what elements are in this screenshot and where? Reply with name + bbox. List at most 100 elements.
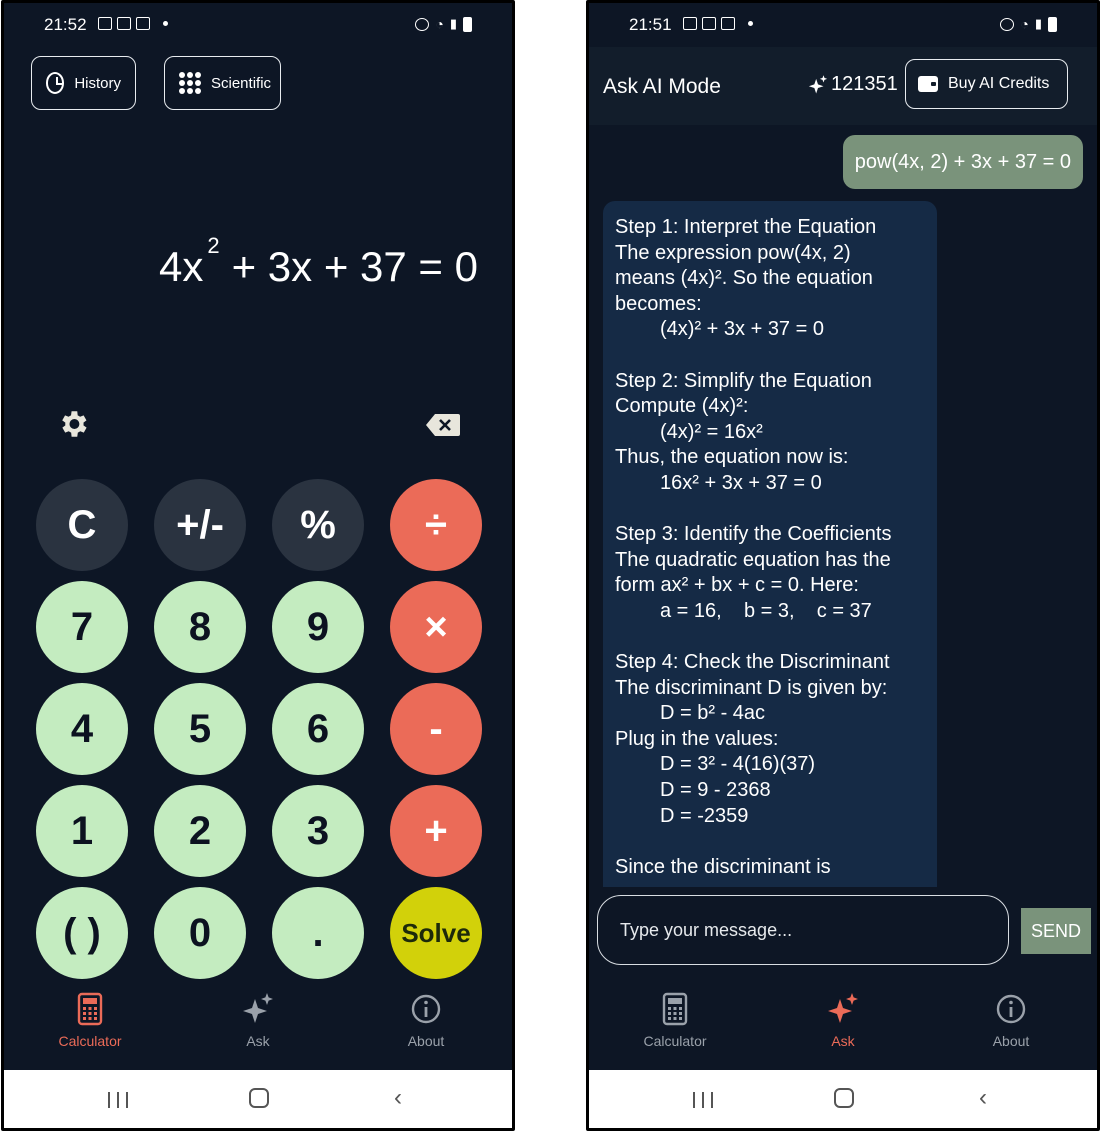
calculator-icon <box>77 992 103 1026</box>
home-icon[interactable] <box>834 1088 854 1108</box>
parentheses-key[interactable]: ( ) <box>36 887 128 979</box>
app-notification-icon <box>136 17 150 30</box>
digit-9-key[interactable]: 9 <box>272 581 364 673</box>
nav-ask[interactable]: Ask <box>198 991 318 1049</box>
ai-line: (4x)² + 3x + 37 = 0 <box>660 318 824 341</box>
buy-ai-credits-button[interactable]: Buy AI Credits <box>905 59 1068 109</box>
ai-line: becomes: <box>615 292 702 315</box>
nav-about-label: About <box>992 1033 1030 1049</box>
alarm-icon <box>415 17 430 31</box>
ai-response-bubble: Step 1: Interpret the Equation The expre… <box>603 201 937 887</box>
ai-line-gap <box>615 625 925 651</box>
digit-8-key[interactable]: 8 <box>154 581 246 673</box>
digit-2-key[interactable]: 2 <box>154 785 246 877</box>
sparkle-icon <box>808 74 828 94</box>
battery-icon <box>463 16 472 32</box>
ai-line-gap <box>615 829 925 855</box>
nav-calculator[interactable]: Calculator <box>615 991 735 1049</box>
ai-line-gap <box>615 497 925 523</box>
subtract-key[interactable]: - <box>390 683 482 775</box>
solve-key[interactable]: Solve <box>390 887 482 979</box>
buy-ai-credits-label: Buy AI Credits <box>948 75 1050 92</box>
ai-line: 16x² + 3x + 37 = 0 <box>660 471 822 494</box>
message-input[interactable]: Type your message... <box>597 895 1009 965</box>
back-icon[interactable]: ‹ <box>979 1086 987 1110</box>
history-label: History <box>74 74 121 92</box>
ai-line: form ax² + bx + c = 0. Here: <box>615 574 859 597</box>
sparkle-icon <box>828 993 858 1023</box>
wifi-icon: ◔ <box>435 16 444 32</box>
nav-about[interactable]: About <box>951 991 1071 1049</box>
nav-about[interactable]: About <box>366 991 486 1049</box>
ai-line: (4x)² = 16x² <box>660 420 763 443</box>
signal-icon: ▮ <box>449 16 457 31</box>
grid-icon <box>179 72 201 94</box>
send-button[interactable]: SEND <box>1021 908 1091 954</box>
ai-line: Plug in the values: <box>615 727 779 750</box>
expression-display: 4x 2 + 3x + 37 = 0 <box>159 233 478 291</box>
ai-line: Step 3: Identify the Coefficients <box>615 523 892 546</box>
nav-calculator[interactable]: Calculator <box>30 991 150 1049</box>
add-key[interactable]: + <box>390 785 482 877</box>
ai-line-gap <box>615 343 925 369</box>
info-icon <box>411 994 441 1024</box>
notification-icons <box>683 17 753 30</box>
user-message-bubble: pow(4x, 2) + 3x + 37 = 0 <box>842 135 1083 189</box>
backspace-icon[interactable] <box>426 413 460 437</box>
wallet-icon <box>918 76 938 92</box>
digit-1-key[interactable]: 1 <box>36 785 128 877</box>
status-bar: 21:51 ◔ ▮ <box>589 3 1097 47</box>
ai-line: D = b² - 4ac <box>660 702 766 725</box>
ai-line: means (4x)². So the equation <box>615 267 873 290</box>
digit-6-key[interactable]: 6 <box>272 683 364 775</box>
keypad: C +/- % ÷ 7 8 9 × 4 5 6 - 1 2 3 + ( ) 0 … <box>36 479 482 979</box>
ai-line: Step 2: Simplify the Equation <box>615 369 872 392</box>
ai-line: Thus, the equation now is: <box>615 446 849 469</box>
home-icon[interactable] <box>249 1088 269 1108</box>
sparkle-icon <box>243 993 273 1023</box>
digit-7-key[interactable]: 7 <box>36 581 128 673</box>
back-icon[interactable]: ‹ <box>394 1086 402 1110</box>
notification-icons <box>98 17 168 30</box>
scientific-label: Scientific <box>211 74 272 92</box>
digit-4-key[interactable]: 4 <box>36 683 128 775</box>
divide-key[interactable]: ÷ <box>390 479 482 571</box>
ai-line: a = 16, b = 3, c = 37 <box>660 599 872 622</box>
settings-gear-icon[interactable] <box>56 407 90 441</box>
percent-key[interactable]: % <box>272 479 364 571</box>
expression-exponent: 2 <box>207 233 220 258</box>
digit-5-key[interactable]: 5 <box>154 683 246 775</box>
ai-line: Since the discriminant is <box>615 855 831 878</box>
ask-ai-screen: 21:51 ◔ ▮ Ask AI Mode 121351 Buy AI Cred… <box>586 0 1100 1131</box>
credits-value: 121351 <box>831 73 898 95</box>
more-notifications-icon <box>163 21 168 26</box>
credits-counter: 121351 <box>807 73 898 96</box>
ai-line: Compute (4x)²: <box>615 395 749 418</box>
history-button[interactable]: History <box>31 56 136 110</box>
sign-toggle-key[interactable]: +/- <box>154 479 246 571</box>
status-bar: 21:52 ◔ ▮ <box>4 3 512 47</box>
digit-0-key[interactable]: 0 <box>154 887 246 979</box>
decimal-key[interactable]: . <box>272 887 364 979</box>
calculator-screen: 21:52 ◔ ▮ History Scientific 4x 2 + 3x + 3… <box>1 0 515 1131</box>
digit-3-key[interactable]: 3 <box>272 785 364 877</box>
multiply-key[interactable]: × <box>390 581 482 673</box>
nav-calculator-label: Calculator <box>643 1033 707 1049</box>
scientific-button[interactable]: Scientific <box>164 56 281 110</box>
recents-icon[interactable] <box>108 1092 128 1108</box>
alarm-icon <box>1000 17 1015 31</box>
nav-ask[interactable]: Ask <box>783 991 903 1049</box>
clear-key[interactable]: C <box>36 479 128 571</box>
gmail-icon <box>702 17 716 30</box>
ai-line: The quadratic equation has the <box>615 548 891 571</box>
system-icons: ◔ ▮ <box>415 16 472 32</box>
chat-area[interactable]: pow(4x, 2) + 3x + 37 = 0 Step 1: Interpr… <box>589 125 1097 887</box>
nav-about-label: About <box>407 1033 445 1049</box>
system-icons: ◔ ▮ <box>1000 16 1057 32</box>
system-navigation-bar: ‹ <box>4 1070 512 1128</box>
nav-ask-label: Ask <box>246 1033 270 1049</box>
recents-icon[interactable] <box>693 1092 713 1108</box>
info-icon <box>996 994 1026 1024</box>
ai-line: D = 9 - 2368 <box>660 779 771 802</box>
nav-calculator-label: Calculator <box>58 1033 122 1049</box>
